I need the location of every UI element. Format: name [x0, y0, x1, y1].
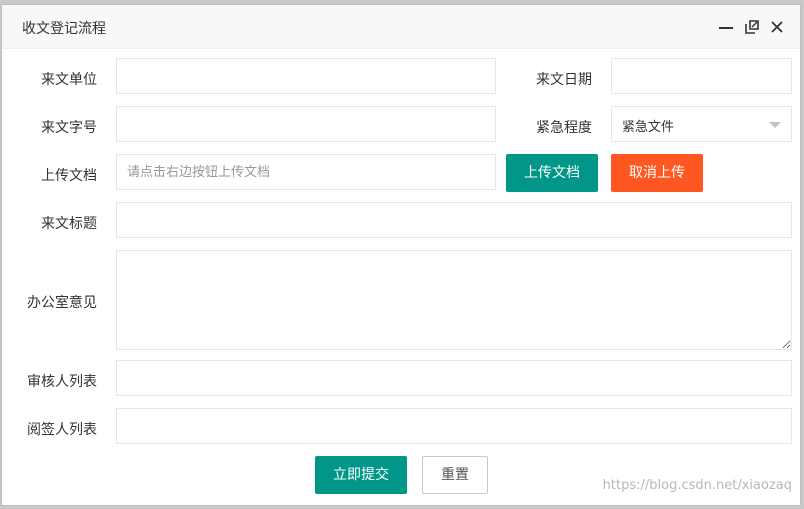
- doc-title-label: 来文标题: [41, 216, 97, 232]
- source-unit-label: 来文单位: [41, 72, 97, 88]
- cancel-upload-button[interactable]: 取消上传: [611, 154, 703, 192]
- signers-label: 阅签人列表: [27, 422, 97, 438]
- chevron-down-icon: [769, 122, 781, 128]
- source-unit-input[interactable]: [116, 58, 496, 94]
- upload-button[interactable]: 上传文档: [506, 154, 598, 192]
- dialog: 收文登记流程 来文单位 来文日期 来文字号 紧急程度 紧急文件 上传文档 上传文…: [1, 4, 801, 506]
- urgency-selected-value: 紧急文件: [622, 120, 675, 135]
- urgency-select[interactable]: 紧急文件: [611, 106, 792, 142]
- doc-number-label: 来文字号: [41, 120, 97, 136]
- watermark-text: https://blog.csdn.net/xiaozaq: [602, 478, 792, 493]
- urgency-label: 紧急程度: [536, 120, 592, 136]
- dialog-title: 收文登记流程: [22, 21, 106, 37]
- reset-button[interactable]: 重置: [422, 456, 488, 494]
- reviewers-input[interactable]: [116, 360, 792, 396]
- maximize-icon[interactable]: [744, 19, 760, 35]
- source-date-input[interactable]: [611, 58, 792, 94]
- reviewers-label: 审核人列表: [27, 374, 97, 390]
- doc-title-input[interactable]: [116, 202, 792, 238]
- dialog-titlebar[interactable]: 收文登记流程: [2, 5, 800, 49]
- submit-button[interactable]: 立即提交: [315, 456, 407, 494]
- source-date-label: 来文日期: [536, 72, 592, 88]
- office-opinion-label: 办公室意见: [27, 295, 97, 311]
- doc-number-input[interactable]: [116, 106, 496, 142]
- upload-path-input[interactable]: [116, 154, 496, 190]
- office-opinion-textarea[interactable]: [116, 250, 792, 350]
- signers-input[interactable]: [116, 408, 792, 444]
- close-icon[interactable]: [769, 19, 785, 35]
- upload-label: 上传文档: [41, 168, 97, 184]
- minimize-icon[interactable]: [718, 19, 734, 35]
